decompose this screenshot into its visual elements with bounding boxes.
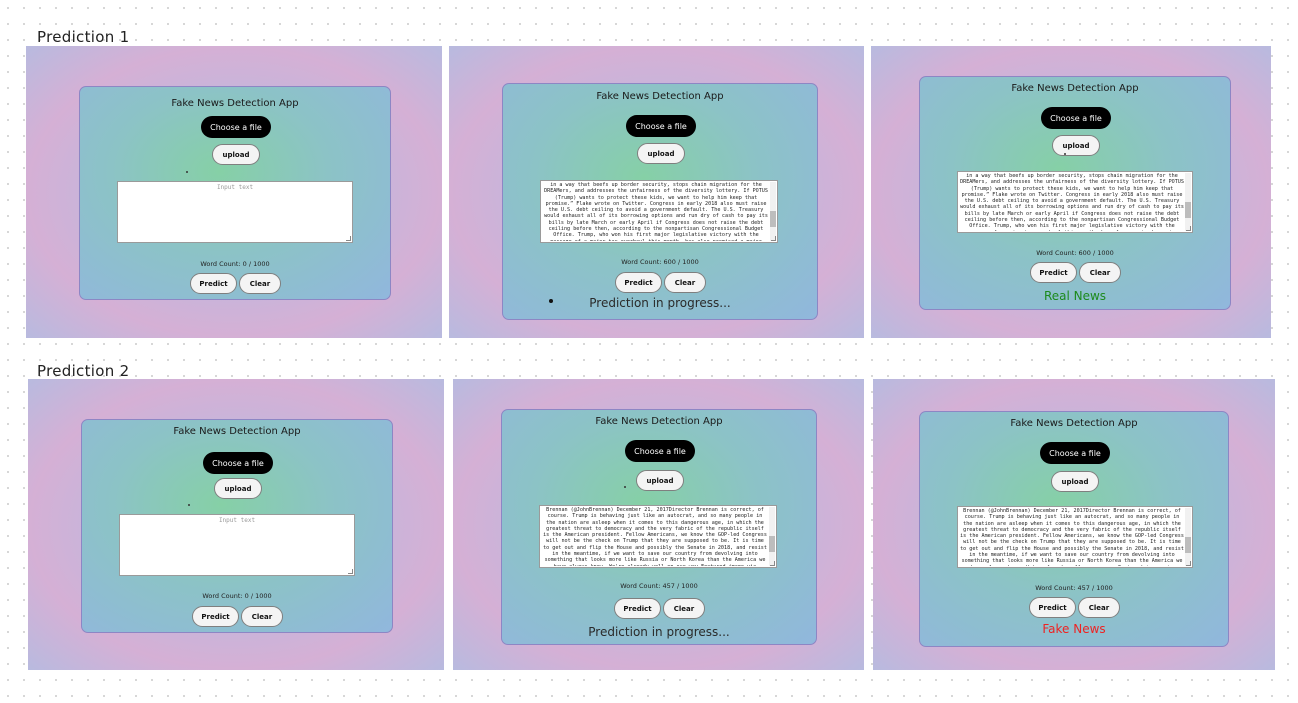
resize-handle-icon[interactable] [348, 569, 353, 574]
screen-panel-2: Fake News Detection App Choose a file uplo… [449, 46, 864, 338]
app-title: Fake News Detection App [171, 98, 299, 109]
resize-handle-icon[interactable] [346, 236, 351, 241]
scrollbar-thumb[interactable] [1185, 537, 1191, 553]
screen-panel-6: Fake News Detection App Choose a file uplo… [873, 379, 1275, 670]
news-text-input[interactable]: Brennan (@JohnBrennan) December 21, 2017… [957, 506, 1193, 568]
app-title: Fake News Detection App [173, 426, 301, 437]
upload-button[interactable]: upload [214, 478, 262, 499]
scrollbar-thumb[interactable] [1185, 202, 1191, 218]
upload-button[interactable]: upload [1051, 471, 1099, 492]
resize-handle-icon[interactable] [1186, 226, 1191, 231]
app-card: Fake News Detection App Choose a file uplo… [501, 409, 817, 645]
predict-button[interactable]: Predict [1029, 597, 1076, 618]
app-title: Fake News Detection App [596, 91, 724, 102]
news-text-content: Brennan (@JohnBrennan) December 21, 2017… [960, 508, 1184, 566]
news-text-input[interactable]: Input text [119, 514, 355, 576]
word-count: Word Count: 600 / 1000 [1036, 249, 1114, 257]
predict-button[interactable]: Predict [192, 606, 239, 627]
row-label-2: Prediction 2 [37, 362, 130, 380]
predict-button[interactable]: Predict [1030, 262, 1077, 283]
news-text-input[interactable]: in a way that beefs up border security, … [957, 171, 1193, 233]
resize-handle-icon[interactable] [771, 236, 776, 241]
upload-button[interactable]: upload [636, 470, 684, 491]
choose-file-button[interactable]: Choose a file [625, 440, 695, 462]
choose-file-button[interactable]: Choose a file [1040, 442, 1110, 464]
choose-file-button[interactable]: Choose a file [626, 115, 696, 137]
input-placeholder: Input text [216, 184, 254, 191]
upload-button[interactable]: upload [212, 144, 260, 165]
word-count: Word Count: 0 / 1000 [202, 592, 272, 600]
prediction-status: Prediction in progress... [589, 296, 731, 310]
prediction-status: Real News [1043, 289, 1107, 303]
predict-button[interactable]: Predict [190, 273, 237, 294]
resize-handle-icon[interactable] [1186, 561, 1191, 566]
upload-button[interactable]: upload [1052, 135, 1100, 156]
prediction-status: Prediction in progress... [588, 625, 730, 639]
word-count: Word Count: 0 / 1000 [200, 260, 270, 268]
news-text-content: in a way that beefs up border security, … [544, 182, 768, 241]
app-card: Fake News Detection App Choose a file uplo… [81, 419, 393, 633]
status-dot [186, 171, 188, 173]
scrollbar-thumb[interactable] [770, 211, 776, 227]
prediction-status: Fake News [1042, 622, 1106, 636]
choose-file-button[interactable]: Choose a file [1041, 107, 1111, 129]
clear-button[interactable]: Clear [664, 272, 706, 293]
status-dot [624, 486, 626, 488]
clear-button[interactable]: Clear [663, 598, 705, 619]
row-label-1: Prediction 1 [37, 28, 130, 46]
resize-handle-icon[interactable] [770, 561, 775, 566]
app-title: Fake News Detection App [1011, 83, 1139, 94]
word-count: Word Count: 457 / 1000 [620, 582, 698, 590]
predict-button[interactable]: Predict [614, 598, 661, 619]
news-text-input[interactable]: Input text [117, 181, 353, 243]
app-card: Fake News Detection App Choose a file uplo… [919, 76, 1231, 310]
upload-button[interactable]: upload [637, 143, 685, 164]
app-card: Fake News Detection App Choose a file uplo… [919, 411, 1229, 647]
choose-file-button[interactable]: Choose a file [201, 116, 271, 138]
news-text-input[interactable]: Brennan (@JohnBrennan) December 21, 2017… [539, 505, 777, 568]
clear-button[interactable]: Clear [1078, 597, 1120, 618]
app-title: Fake News Detection App [1010, 418, 1138, 429]
app-title: Fake News Detection App [595, 416, 723, 427]
news-text-content: in a way that beefs up border security, … [960, 173, 1184, 231]
choose-file-button[interactable]: Choose a file [203, 452, 273, 474]
news-text-input[interactable]: in a way that beefs up border security, … [540, 180, 778, 243]
word-count: Word Count: 457 / 1000 [1035, 584, 1113, 592]
news-text-content: Brennan (@JohnBrennan) December 21, 2017… [543, 507, 767, 566]
screen-panel-1: Fake News Detection App Choose a file uplo… [26, 46, 442, 338]
word-count: Word Count: 600 / 1000 [621, 258, 699, 266]
clear-button[interactable]: Clear [241, 606, 283, 627]
app-card: Fake News Detection App Choose a file uplo… [79, 86, 391, 300]
status-dot [188, 504, 190, 506]
screen-panel-4: Fake News Detection App Choose a file uplo… [28, 379, 444, 670]
screen-panel-5: Fake News Detection App Choose a file uplo… [453, 379, 864, 670]
clear-button[interactable]: Clear [1079, 262, 1121, 283]
scrollbar-thumb[interactable] [769, 536, 775, 552]
app-card: Fake News Detection App Choose a file uplo… [502, 83, 818, 320]
status-dot [1064, 153, 1066, 155]
input-placeholder: Input text [218, 517, 256, 524]
screen-panel-3: Fake News Detection App Choose a file uplo… [871, 46, 1271, 338]
clear-button[interactable]: Clear [239, 273, 281, 294]
predict-button[interactable]: Predict [615, 272, 662, 293]
